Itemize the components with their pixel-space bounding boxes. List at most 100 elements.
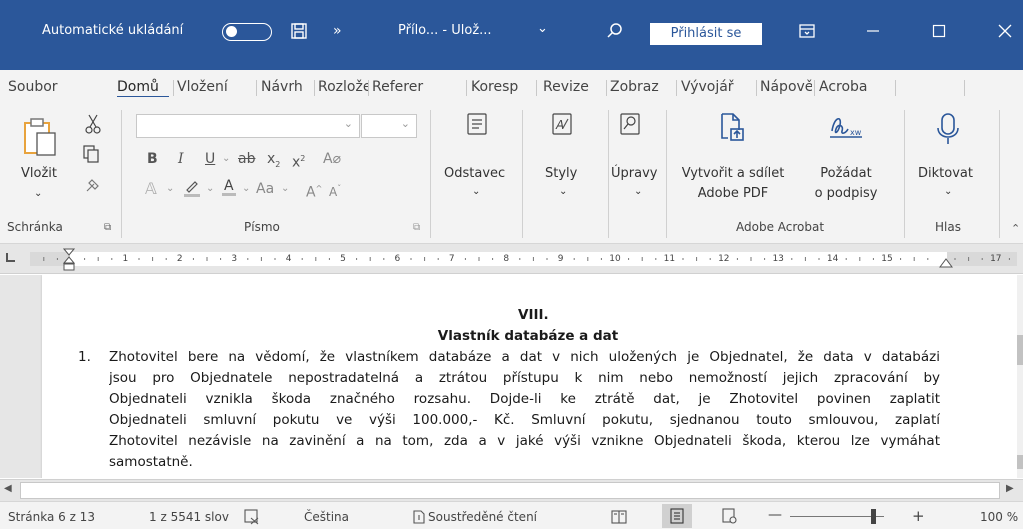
scroll-down-button[interactable] (1017, 455, 1023, 469)
dictate-dropdown-icon[interactable]: ⌄ (944, 184, 952, 200)
web-layout-icon[interactable] (721, 508, 737, 527)
more-commands-button[interactable]: » (333, 22, 342, 40)
tab-review[interactable]: Revize (543, 77, 603, 97)
ruler-label: 17 (990, 254, 1002, 264)
subscript-button[interactable]: x2 (267, 150, 280, 174)
minimize-icon[interactable] (862, 20, 884, 42)
superscript-button[interactable]: x2 (292, 150, 305, 172)
tab-layout[interactable]: Rozlože (318, 77, 368, 97)
tab-developer[interactable]: Vývojář (681, 77, 753, 97)
page-counter[interactable]: Stránka 6 z 13 (8, 510, 95, 524)
paste-icon[interactable] (22, 117, 58, 160)
word-count[interactable]: 1 z 5541 slov (149, 510, 229, 524)
horizontal-scrollbar[interactable]: ◀ ▶ (0, 479, 1023, 501)
create-pdf-icon[interactable] (719, 112, 745, 145)
tab-references[interactable]: Referer (372, 77, 436, 97)
request-signature-label-2[interactable]: o podpisy (808, 186, 884, 202)
sign-in-button[interactable]: Přihlásit se (650, 23, 762, 45)
request-signature-label-1[interactable]: Požádat (808, 166, 884, 182)
clear-formatting-icon[interactable]: A⌀ (323, 150, 341, 168)
tab-home[interactable]: Domů (117, 77, 169, 97)
copy-icon[interactable] (82, 144, 100, 167)
grow-font-icon[interactable]: A^ (306, 180, 322, 202)
scroll-track[interactable] (20, 482, 1000, 499)
editing-label[interactable]: Úpravy (611, 166, 657, 182)
zoom-thumb[interactable] (871, 509, 876, 524)
tab-separator (536, 80, 537, 96)
create-pdf-label-1[interactable]: Vytvořit a sdílet (677, 166, 789, 182)
italic-button[interactable]: I (178, 150, 184, 168)
ruler-label: 1 (122, 254, 129, 264)
zoom-in-button[interactable]: + (912, 507, 925, 525)
highlight-dropdown-icon[interactable]: ⌄ (206, 180, 214, 198)
save-icon[interactable] (288, 20, 310, 42)
search-icon[interactable] (604, 20, 626, 42)
close-icon[interactable] (994, 20, 1016, 42)
font-size-combo[interactable]: ⌄ (361, 114, 417, 138)
print-layout-icon[interactable] (669, 508, 685, 527)
bold-button[interactable]: B (147, 150, 158, 168)
paragraph-line: samostatně. (109, 454, 193, 470)
maximize-icon[interactable] (928, 20, 950, 42)
highlight-icon[interactable] (183, 178, 201, 201)
styles-dropdown-icon[interactable]: ⌄ (559, 184, 567, 200)
scroll-left-icon[interactable]: ◀ (4, 483, 12, 494)
underline-button[interactable]: U (205, 150, 215, 168)
format-painter-icon[interactable] (84, 176, 102, 197)
document-area[interactable]: VIII. Vlastník databáze a dat 1. Zhotovi… (0, 275, 1017, 478)
text-effects-dropdown-icon[interactable]: ⌄ (166, 180, 174, 198)
zoom-out-button[interactable]: — (768, 507, 782, 523)
paragraph-label[interactable]: Odstavec (444, 166, 505, 182)
focus-mode-button[interactable]: Soustředěné čtení (428, 510, 537, 524)
indent-marker-icon[interactable] (63, 248, 75, 272)
ribbon-display-icon[interactable] (796, 20, 818, 42)
document-title[interactable]: Přílo... - Ulož... (398, 22, 492, 40)
ruler[interactable]: 1 2 3 4 5 6 7 8 9 10 11 12 13 14 15 17 (0, 244, 1023, 274)
editing-dropdown-icon[interactable]: ⌄ (634, 184, 642, 200)
shrink-font-icon[interactable]: Aˇ (329, 180, 341, 201)
strikethrough-button[interactable]: ab (238, 150, 255, 168)
font-color-dropdown-icon[interactable]: ⌄ (242, 180, 250, 198)
right-indent-icon[interactable] (939, 258, 953, 268)
cut-icon[interactable] (85, 114, 101, 137)
clipboard-launcher-icon[interactable]: ⧉ (104, 222, 111, 233)
font-launcher-icon[interactable]: ⧉ (413, 222, 420, 233)
tab-mailings[interactable]: Koresp (471, 77, 535, 97)
microphone-icon[interactable] (934, 112, 962, 149)
font-name-combo[interactable]: ⌄ (136, 114, 360, 138)
request-signature-icon[interactable]: xw (828, 113, 864, 144)
document-page[interactable]: VIII. Vlastník databáze a dat 1. Zhotovi… (42, 275, 1017, 478)
tab-file[interactable]: Soubor (8, 77, 88, 97)
styles-label[interactable]: Styly (545, 166, 577, 182)
dictate-label[interactable]: Diktovat (918, 166, 973, 182)
scroll-thumb[interactable] (1017, 335, 1023, 365)
tab-view[interactable]: Zobraz (610, 77, 676, 97)
paragraph-icon[interactable] (467, 113, 487, 138)
title-dropdown-icon[interactable]: ⌄ (537, 20, 548, 38)
tab-acrobat[interactable]: Acroba (819, 77, 889, 97)
vertical-scrollbar[interactable] (1017, 275, 1023, 478)
tab-insert[interactable]: Vložení (177, 77, 257, 97)
create-pdf-label-2[interactable]: Adobe PDF (677, 186, 789, 202)
read-mode-icon[interactable] (611, 510, 627, 527)
focus-icon[interactable] (411, 509, 427, 528)
tab-design[interactable]: Návrh (261, 77, 311, 97)
zoom-track[interactable] (790, 516, 884, 517)
collapse-ribbon-icon[interactable]: ⌃ (1011, 222, 1020, 235)
font-color-icon[interactable]: A (221, 177, 237, 200)
proofing-icon[interactable] (244, 509, 260, 528)
change-case-dropdown-icon[interactable]: ⌄ (281, 180, 289, 198)
scroll-right-icon[interactable]: ▶ (1006, 483, 1014, 494)
styles-icon[interactable]: A (552, 113, 572, 138)
editing-icon[interactable] (620, 113, 640, 138)
text-effects-icon[interactable]: 𝔸 (145, 180, 157, 198)
zoom-level[interactable]: 100 % (980, 510, 1018, 524)
tab-help[interactable]: Nápově (760, 77, 812, 97)
paste-dropdown-icon[interactable]: ⌄ (34, 186, 42, 202)
autosave-toggle[interactable] (222, 23, 272, 41)
paste-label[interactable]: Vložit (21, 166, 57, 182)
change-case-button[interactable]: Aa (256, 180, 274, 198)
paragraph-dropdown-icon[interactable]: ⌄ (472, 184, 480, 200)
underline-dropdown-icon[interactable]: ⌄ (222, 150, 230, 168)
language-indicator[interactable]: Čeština (304, 510, 349, 524)
